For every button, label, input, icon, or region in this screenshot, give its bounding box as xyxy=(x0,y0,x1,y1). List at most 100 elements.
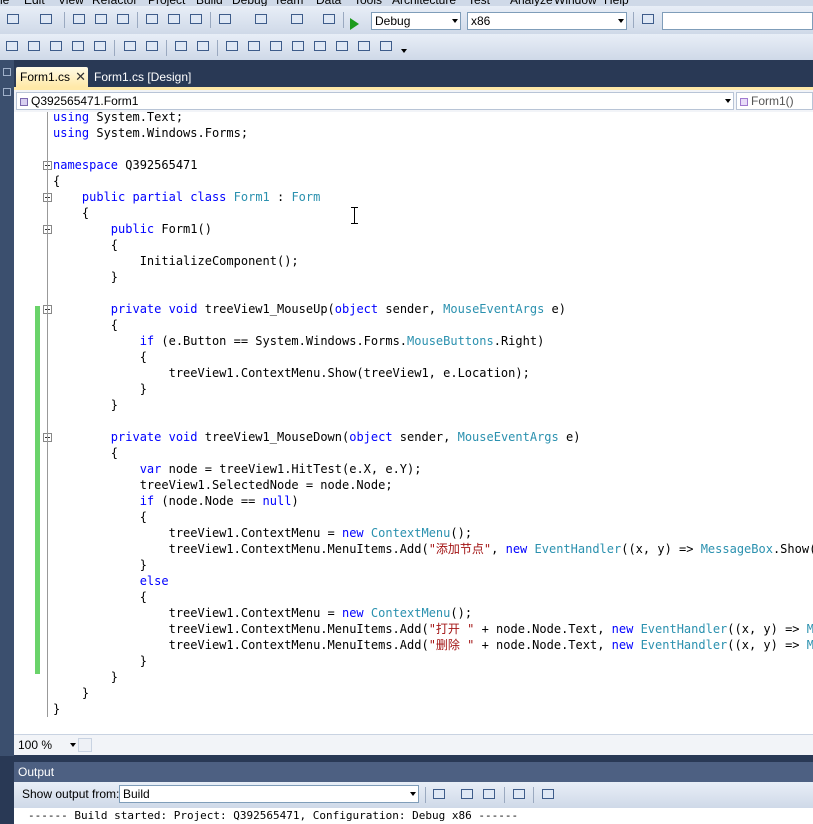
member-select-value: Form1() xyxy=(751,94,794,108)
code-token: treeView1.ContextMenu.MenuItems.Add( xyxy=(53,622,429,636)
horizontal-scroll-left-button[interactable] xyxy=(78,738,92,752)
code-token: (); xyxy=(450,606,473,620)
save-icon[interactable] xyxy=(92,11,110,27)
code-token: } xyxy=(53,398,119,412)
code-line: treeView1.ContextMenu.MenuItems.Add("添加节… xyxy=(53,541,813,557)
zoom-select[interactable]: 100 % xyxy=(18,737,76,753)
code-token: using xyxy=(53,112,90,124)
server-explorer-icon[interactable] xyxy=(3,88,11,96)
toolbar-separator xyxy=(166,40,167,56)
close-icon[interactable]: ✕ xyxy=(75,67,86,87)
save-all-icon[interactable] xyxy=(114,11,132,27)
output-window-header: Output xyxy=(14,762,813,782)
decrease-indent-icon[interactable] xyxy=(121,38,139,54)
code-token: { xyxy=(53,446,119,460)
output-text-line: ------ Build started: Project: Q39256547… xyxy=(28,809,519,822)
display-properties-icon[interactable] xyxy=(91,38,109,54)
find-input[interactable] xyxy=(662,12,813,30)
previous-bookmark-document-icon[interactable] xyxy=(333,38,351,54)
code-token: { xyxy=(53,510,147,524)
code-line: var node = treeView1.HitTest(e.X, e.Y); xyxy=(53,461,422,477)
navigate-backward-icon[interactable] xyxy=(288,11,306,27)
code-editor[interactable]: using System.Text; using System.Windows.F… xyxy=(14,112,813,734)
quick-info-icon[interactable] xyxy=(47,38,65,54)
tab-form1-cs[interactable]: Form1.cs ✕ xyxy=(16,67,88,87)
code-token: Form xyxy=(291,190,321,204)
find-message-in-code-icon[interactable] xyxy=(430,786,448,802)
code-token: e) xyxy=(544,302,567,316)
code-token: (e.Button == System.Windows.Forms. xyxy=(154,334,408,348)
copy-icon[interactable] xyxy=(165,11,183,27)
clear-all-icon[interactable] xyxy=(510,786,528,802)
code-token: private void xyxy=(110,430,198,444)
toolbox-icon[interactable] xyxy=(3,68,11,76)
go-to-next-message-icon[interactable] xyxy=(480,786,498,802)
word-completion-icon[interactable] xyxy=(69,38,87,54)
previous-bookmark-folder-icon[interactable] xyxy=(289,38,307,54)
cut-icon[interactable] xyxy=(143,11,161,27)
toggle-bookmark-icon[interactable] xyxy=(223,38,241,54)
code-token: } xyxy=(53,382,147,396)
undo-icon[interactable] xyxy=(216,11,234,27)
member-select[interactable]: Form1() xyxy=(736,92,813,110)
code-token: EventHandler xyxy=(534,542,622,556)
class-icon xyxy=(20,98,28,106)
output-text-area[interactable]: ------ Build started: Project: Q39256547… xyxy=(14,808,813,824)
comment-lines-icon[interactable] xyxy=(172,38,190,54)
find-in-files-icon[interactable] xyxy=(639,11,657,27)
code-token: if xyxy=(139,494,155,508)
code-token: public xyxy=(110,222,155,236)
type-select[interactable]: Q392565471.Form1 xyxy=(16,92,734,110)
tab-form1-design[interactable]: Form1.cs [Design] xyxy=(90,67,200,87)
solution-platform-select[interactable]: x86 xyxy=(467,12,627,30)
uncomment-lines-icon[interactable] xyxy=(194,38,212,54)
paste-icon[interactable] xyxy=(187,11,205,27)
code-line: } xyxy=(53,669,118,685)
code-line: } xyxy=(53,381,147,397)
display-object-member-list-icon[interactable] xyxy=(3,38,21,54)
clear-bookmarks-icon[interactable] xyxy=(377,38,395,54)
navigate-forward-icon[interactable] xyxy=(320,11,338,27)
code-token: object xyxy=(349,430,393,444)
code-token: Mess xyxy=(806,638,813,652)
open-file-icon[interactable] xyxy=(70,11,88,27)
code-token: "打开 " xyxy=(428,622,475,636)
go-to-previous-message-icon[interactable] xyxy=(458,786,476,802)
new-project-icon[interactable] xyxy=(4,11,22,27)
code-token: System.Text; xyxy=(89,112,184,124)
code-token: (); xyxy=(450,526,473,540)
next-bookmark-folder-icon[interactable] xyxy=(311,38,329,54)
code-token: treeView1_MouseDown( xyxy=(197,430,350,444)
code-token: treeView1_MouseUp( xyxy=(197,302,335,316)
start-debugging-icon[interactable] xyxy=(350,18,359,30)
code-token: Form1 xyxy=(233,190,270,204)
code-line: public Form1() xyxy=(53,221,212,237)
ibeam-cursor-icon xyxy=(351,207,358,224)
code-token: object xyxy=(334,302,379,316)
parameter-info-icon[interactable] xyxy=(25,38,43,54)
code-token: "添加节点" xyxy=(428,542,492,556)
code-line: treeView1.ContextMenu = new ContextMenu(… xyxy=(53,525,472,541)
code-line: { xyxy=(53,173,60,189)
increase-indent-icon[interactable] xyxy=(143,38,161,54)
solution-configuration-select[interactable]: Debug xyxy=(371,12,461,30)
redo-icon[interactable] xyxy=(252,11,270,27)
toolbar-overflow-icon[interactable] xyxy=(401,49,407,53)
code-token: new xyxy=(341,606,364,620)
code-token: ((x, y) => xyxy=(621,542,701,556)
output-source-select[interactable]: Build xyxy=(119,785,419,803)
code-token: sender, xyxy=(392,430,458,444)
code-token: treeView1.SelectedNode = node.Node; xyxy=(53,478,393,492)
next-bookmark-icon[interactable] xyxy=(267,38,285,54)
code-token: namespace xyxy=(53,158,119,172)
editor-zoom-bar: 100 % xyxy=(14,734,813,755)
next-bookmark-document-icon[interactable] xyxy=(355,38,373,54)
code-token: (node.Node == xyxy=(154,494,263,508)
code-token: using xyxy=(53,126,90,140)
previous-bookmark-icon[interactable] xyxy=(245,38,263,54)
toggle-word-wrap-icon[interactable] xyxy=(539,786,557,802)
add-item-icon[interactable] xyxy=(37,11,55,27)
